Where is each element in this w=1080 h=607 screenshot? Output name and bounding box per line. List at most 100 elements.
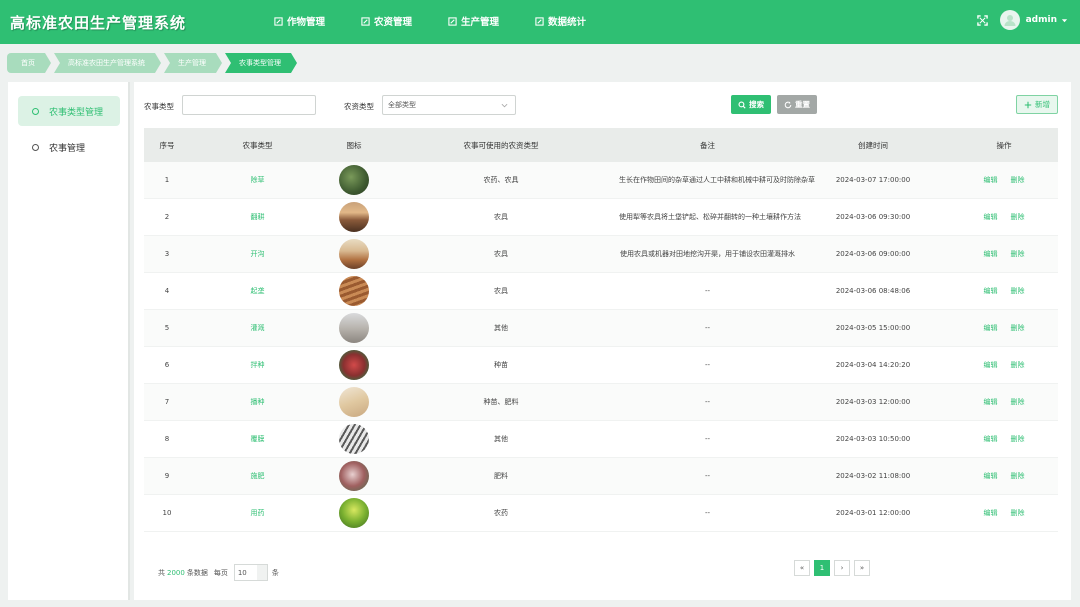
delete-link[interactable]: 删除	[1011, 286, 1025, 296]
type-link[interactable]: 施肥	[251, 472, 265, 480]
type-link[interactable]: 拌种	[251, 361, 265, 369]
delete-link[interactable]: 删除	[1011, 471, 1025, 481]
cell-type[interactable]: 拌种	[190, 360, 325, 370]
type-link[interactable]: 用药	[251, 509, 265, 517]
cell-type[interactable]: 施肥	[190, 471, 325, 481]
cell-type[interactable]: 除草	[190, 175, 325, 185]
cell-resource: 农药、农具	[483, 176, 519, 184]
cell-icon	[325, 461, 383, 491]
table-row: 4 起垄 农具 -- 2024-03-06 08:48:06 编辑 删除	[144, 273, 1058, 310]
per-page-input[interactable]: 10	[233, 564, 268, 581]
edit-link[interactable]: 编辑	[984, 212, 998, 222]
type-link[interactable]: 播种	[251, 398, 265, 406]
cell-type[interactable]: 播种	[190, 397, 325, 407]
resource-type-select[interactable]: 全部类型	[382, 95, 516, 115]
delete-link[interactable]: 删除	[1011, 323, 1025, 333]
nav-resource-management[interactable]: 农资管理	[361, 14, 412, 28]
cell-time: 2024-03-03 10:50:00	[835, 435, 911, 443]
sidebar: 农事类型管理 农事管理	[8, 82, 130, 600]
breadcrumb-current[interactable]: 农事类型管理	[225, 53, 297, 73]
farm-work-thumbnail	[339, 239, 369, 269]
type-link[interactable]: 灌溉	[251, 324, 265, 332]
cell-type[interactable]: 灌溉	[190, 323, 325, 333]
nav-crop-management[interactable]: 作物管理	[274, 14, 325, 28]
type-link[interactable]: 除草	[251, 176, 265, 184]
chevron-down-icon	[501, 103, 508, 108]
col-time: 创建时间	[858, 140, 888, 150]
breadcrumb-system[interactable]: 高标准农田生产管理系统	[54, 53, 161, 73]
delete-link[interactable]: 删除	[1011, 434, 1025, 444]
user-name[interactable]: admin	[1026, 15, 1057, 25]
col-ops: 操作	[996, 140, 1012, 150]
avatar[interactable]	[999, 10, 1020, 30]
circle-icon	[32, 107, 39, 115]
nav-label: 作物管理	[287, 17, 326, 28]
delete-link[interactable]: 删除	[1011, 508, 1025, 518]
cell-resource: 种苗、肥料	[483, 398, 519, 406]
edit-link[interactable]: 编辑	[984, 360, 998, 370]
cell-time: 2024-03-07 17:00:00	[835, 176, 911, 184]
nav-label: 农资管理	[374, 17, 413, 28]
sidebar-item-farm-type[interactable]: 农事类型管理	[18, 96, 120, 126]
add-button[interactable]: 新增	[1016, 95, 1058, 114]
page-button-current[interactable]: 1	[814, 560, 830, 576]
table-row: 5 灌溉 其他 -- 2024-03-05 15:00:00 编辑 删除	[144, 310, 1058, 347]
cell-type[interactable]: 开沟	[190, 249, 325, 259]
delete-link[interactable]: 删除	[1011, 360, 1025, 370]
breadcrumb-home[interactable]: 首页	[7, 53, 51, 73]
cell-type[interactable]: 起垄	[190, 286, 325, 296]
edit-link[interactable]: 编辑	[984, 249, 998, 259]
search-icon	[738, 100, 746, 109]
type-link[interactable]: 开沟	[251, 250, 265, 258]
reset-button[interactable]: 重置	[777, 95, 817, 114]
cell-icon	[325, 202, 383, 232]
user-area: admin	[976, 10, 1068, 30]
type-link[interactable]: 翻耕	[251, 213, 265, 221]
cell-icon	[325, 239, 383, 269]
pagination-summary: 共 2000 条数据 每页 10 条	[158, 564, 279, 581]
edit-link[interactable]: 编辑	[984, 323, 998, 333]
per-page-value: 10	[237, 568, 247, 577]
per-page-stepper[interactable]	[256, 565, 267, 580]
cell-type[interactable]: 用药	[190, 508, 325, 518]
type-link[interactable]: 起垄	[251, 287, 265, 295]
caret-down-icon[interactable]	[1061, 17, 1068, 24]
delete-link[interactable]: 删除	[1011, 175, 1025, 185]
edit-square-icon	[274, 16, 283, 26]
cell-note: 使用农具或机器对田地挖沟开渠，用于铺设农田灌溉排水	[620, 250, 795, 258]
cell-seq: 7	[164, 398, 170, 406]
next-page-button[interactable]: ›	[834, 560, 850, 576]
nav-label: 生产管理	[461, 17, 500, 28]
cell-time: 2024-03-06 09:30:00	[835, 213, 911, 221]
sidebar-item-farm-work[interactable]: 农事管理	[18, 132, 120, 162]
nav-production-management[interactable]: 生产管理	[448, 14, 499, 28]
fullscreen-icon[interactable]	[976, 14, 988, 26]
edit-link[interactable]: 编辑	[984, 397, 998, 407]
table-row: 8 覆膜 其他 -- 2024-03-03 10:50:00 编辑 删除	[144, 421, 1058, 458]
cell-resource: 种苗	[494, 361, 508, 369]
cell-type[interactable]: 覆膜	[190, 434, 325, 444]
delete-link[interactable]: 删除	[1011, 397, 1025, 407]
cell-note: --	[704, 287, 711, 295]
cell-type[interactable]: 翻耕	[190, 212, 325, 222]
edit-link[interactable]: 编辑	[984, 434, 998, 444]
delete-link[interactable]: 删除	[1011, 212, 1025, 222]
last-page-button[interactable]: »	[854, 560, 870, 576]
edit-link[interactable]: 编辑	[984, 508, 998, 518]
type-link[interactable]: 覆膜	[251, 435, 265, 443]
type-filter-label: 农事类型	[144, 102, 174, 111]
farm-work-thumbnail	[339, 202, 369, 232]
edit-link[interactable]: 编辑	[984, 175, 998, 185]
breadcrumb-production[interactable]: 生产管理	[164, 53, 222, 73]
type-filter-input[interactable]	[182, 95, 316, 115]
delete-link[interactable]: 删除	[1011, 249, 1025, 259]
cell-resource: 农具	[494, 287, 508, 295]
search-button[interactable]: 搜索	[731, 95, 771, 114]
cell-ops: 编辑 删除	[950, 249, 1058, 259]
cell-resource: 农药	[494, 509, 508, 517]
edit-link[interactable]: 编辑	[984, 471, 998, 481]
nav-data-statistics[interactable]: 数据统计	[535, 14, 586, 28]
edit-link[interactable]: 编辑	[984, 286, 998, 296]
breadcrumb: 首页 高标准农田生产管理系统 生产管理 农事类型管理	[7, 53, 300, 73]
first-page-button[interactable]: «	[794, 560, 810, 576]
